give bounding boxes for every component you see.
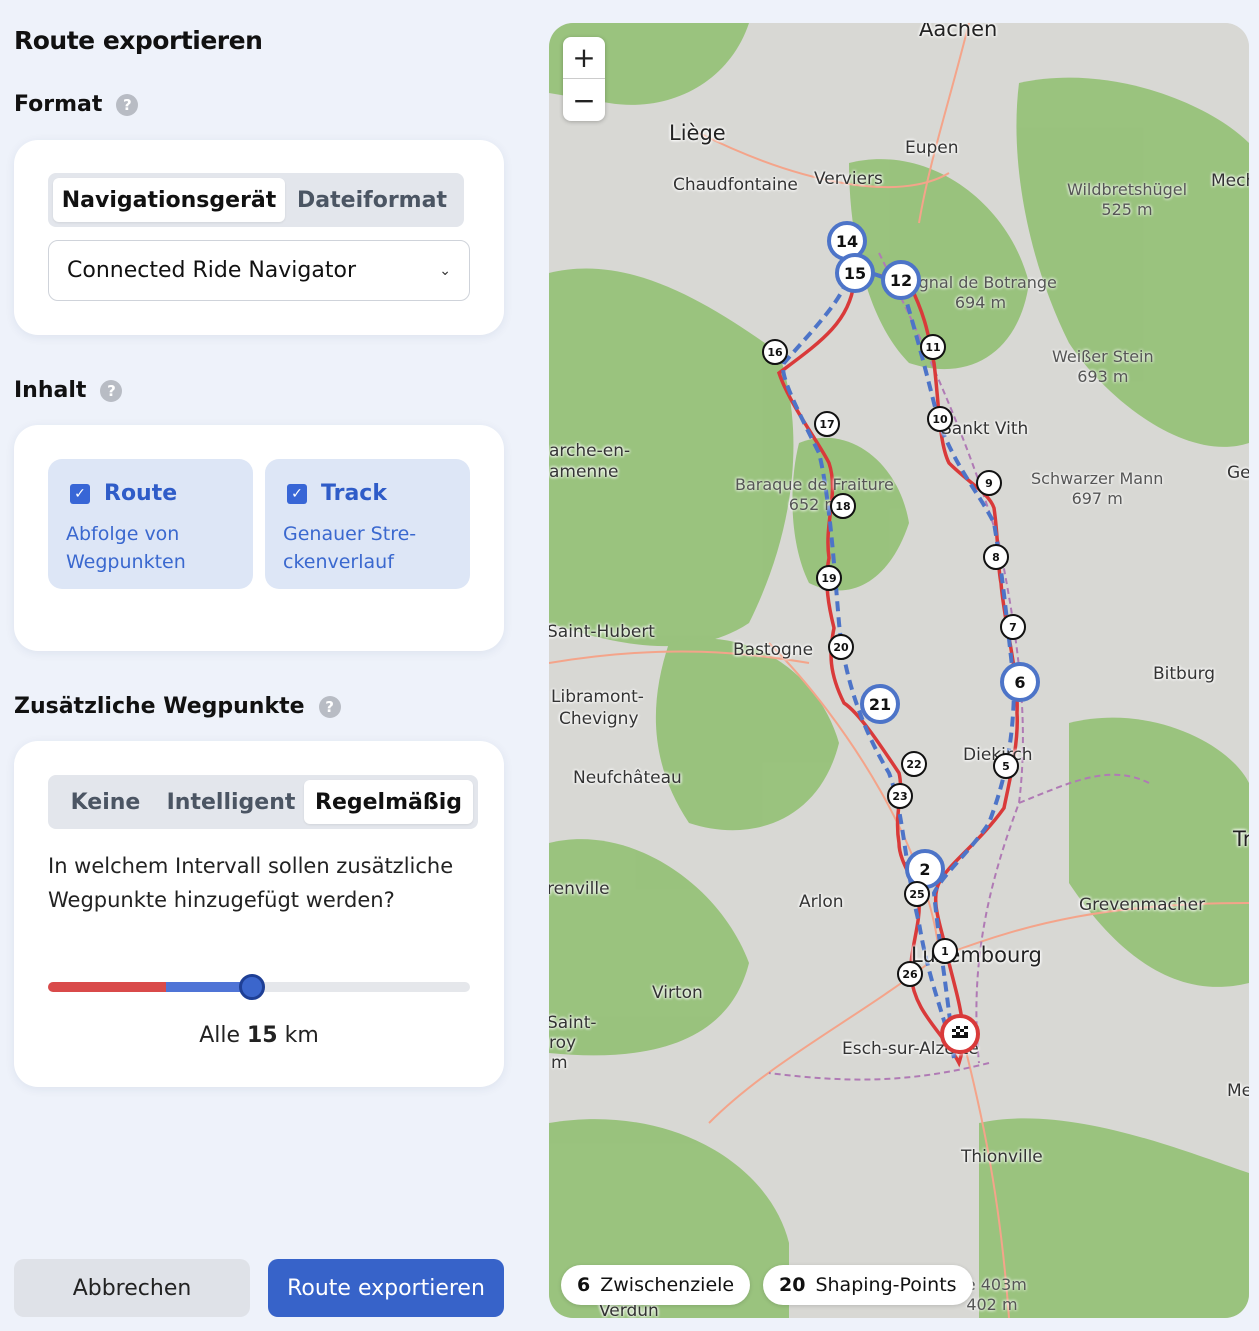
- city-label: renville: [549, 879, 610, 899]
- interval-value: 15: [247, 1023, 278, 1048]
- waypoints-section-label: Zusätzliche Wegpunkte ?: [14, 694, 341, 719]
- interval-slider[interactable]: [48, 974, 470, 1000]
- city-label: arche-en-: [549, 441, 631, 461]
- waypoints-card: Keine Intelligent Regelmäßig In welchem …: [14, 741, 504, 1087]
- tab-dateiformat[interactable]: Dateiformat: [285, 178, 459, 222]
- help-icon[interactable]: ?: [116, 93, 139, 116]
- city-label: roy: [549, 1033, 577, 1053]
- city-label: Luxembourg: [911, 943, 1042, 967]
- city-label: Thionville: [961, 1147, 1043, 1167]
- device-select-value: Connected Ride Navigator: [67, 258, 356, 283]
- waypoints-tabs: Keine Intelligent Regelmäßig: [48, 775, 478, 829]
- waypoints-label: Zusätzliche Wegpunkte: [14, 694, 305, 719]
- option-track-title: Track: [321, 481, 387, 506]
- city-label: amenne: [549, 462, 619, 482]
- slider-fill-red: [48, 982, 166, 992]
- option-route-title: Route: [104, 481, 178, 506]
- tab-regelmaessig[interactable]: Regelmäßig: [304, 780, 473, 824]
- checkbox-track[interactable]: ✓: [287, 483, 307, 504]
- page-title: Route exportieren: [14, 26, 263, 55]
- export-button[interactable]: Route exportieren: [268, 1259, 504, 1317]
- help-icon[interactable]: ?: [100, 379, 123, 402]
- city-label: Libramont-: [551, 687, 644, 707]
- peak-label: Wildbretshügel 525 m: [1067, 180, 1188, 219]
- tab-navigationsgeraet[interactable]: Navigationsgerät: [53, 178, 285, 222]
- format-label: Format: [14, 92, 103, 117]
- option-route-desc: Abfolge von Wegpunkten: [66, 523, 186, 573]
- city-label: Verviers: [814, 169, 883, 189]
- city-label: Mech: [1211, 171, 1249, 191]
- city-label: Arlon: [799, 892, 844, 912]
- city-label: Saint-: [549, 1013, 597, 1033]
- peak-label: Schwarzer Mann 697 m: [1031, 469, 1164, 508]
- city-label: Eupen: [905, 138, 959, 158]
- peak-label: Signal de Botrange 694 m: [904, 273, 1057, 312]
- shaping-points-badge: 20 Shaping-Points: [763, 1265, 973, 1305]
- city-label: Esch-sur-Alzette: [842, 1039, 979, 1059]
- option-track[interactable]: ✓ Track Genauer Stre-ckenverlauf: [265, 459, 470, 589]
- interval-prefix: Alle: [199, 1023, 240, 1048]
- inhalt-section-label: Inhalt ?: [14, 378, 123, 403]
- chevron-down-icon: ⌄: [439, 262, 451, 279]
- city-label: m: [551, 1053, 568, 1073]
- city-label: Liège: [669, 121, 726, 145]
- interval-question: In welchem Intervall sollen zusätzliche …: [48, 854, 454, 912]
- format-card: Navigationsgerät Dateiformat Connected R…: [14, 140, 504, 335]
- city-label: Chevigny: [559, 709, 639, 729]
- device-select[interactable]: Connected Ride Navigator ⌄: [48, 240, 470, 301]
- peak-label: Baraque de Fraiture 652 m: [735, 475, 894, 514]
- city-label: Saint-Hubert: [549, 622, 655, 642]
- route-map[interactable]: + − Aachen Liège Eupen Chaudfontaine Ver…: [549, 23, 1249, 1318]
- cancel-button[interactable]: Abbrechen: [14, 1259, 250, 1317]
- city-label: Chaudfontaine: [673, 175, 798, 195]
- city-label: Grevenmacher: [1079, 895, 1206, 915]
- zwischenziele-label: Zwischenziele: [600, 1274, 735, 1296]
- inhalt-label: Inhalt: [14, 378, 87, 403]
- shaping-label: Shaping-Points: [815, 1274, 957, 1296]
- tab-keine[interactable]: Keine: [53, 780, 158, 824]
- inhalt-card: ✓ Route Abfolge von Wegpunkten ✓ Track Ge…: [14, 425, 504, 651]
- city-label: Sankt Vith: [941, 419, 1029, 439]
- city-label: Neufchâteau: [573, 768, 682, 788]
- city-label: Gero: [1227, 463, 1249, 483]
- interval-readout: Alle 15 km: [14, 1023, 504, 1048]
- zoom-control: + −: [563, 37, 605, 121]
- option-route[interactable]: ✓ Route Abfolge von Wegpunkten: [48, 459, 253, 589]
- slider-thumb[interactable]: [239, 974, 265, 1000]
- zoom-in-button[interactable]: +: [563, 37, 605, 79]
- zoom-out-button[interactable]: −: [563, 79, 605, 121]
- city-label: Tri: [1233, 827, 1249, 851]
- peak-label: Weißer Stein 693 m: [1052, 347, 1154, 386]
- checkbox-route[interactable]: ✓: [70, 483, 90, 504]
- city-label: Mer: [1227, 1081, 1249, 1101]
- zwischenziele-badge: 6 Zwischenziele: [561, 1265, 751, 1305]
- interval-unit: km: [284, 1023, 319, 1048]
- format-tabs: Navigationsgerät Dateiformat: [48, 173, 464, 227]
- format-section-label: Format ?: [14, 92, 139, 117]
- city-label: Virton: [652, 983, 703, 1003]
- tab-intelligent[interactable]: Intelligent: [158, 780, 304, 824]
- city-label: Bitburg: [1153, 664, 1216, 684]
- option-track-desc: Genauer Stre-ckenverlauf: [283, 523, 417, 573]
- shaping-count: 20: [779, 1274, 806, 1296]
- city-label: Bastogne: [733, 640, 814, 660]
- city-label: Diekirch: [963, 745, 1033, 765]
- zwischenziele-count: 6: [577, 1274, 591, 1296]
- city-label: Aachen: [919, 23, 998, 41]
- help-icon[interactable]: ?: [318, 695, 341, 718]
